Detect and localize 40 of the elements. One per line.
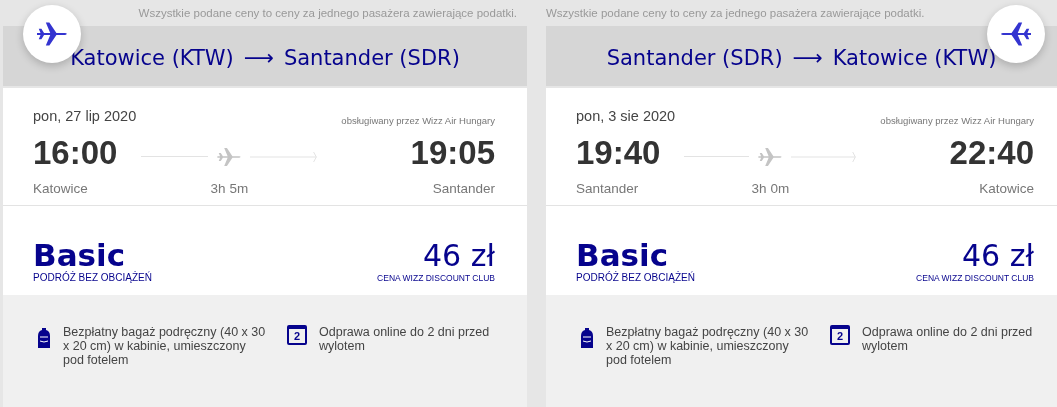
backpack-icon — [580, 327, 594, 349]
origin-airport: Santander (SDR) — [606, 46, 783, 70]
arrival-city: Santander — [431, 181, 495, 199]
destination-airport: Katowice (KTW) — [832, 46, 997, 70]
route-arrow: ⟶ — [792, 46, 823, 70]
flight-date: pon, 3 sie 2020 — [576, 108, 677, 126]
arrival-city: Katowice — [978, 181, 1034, 199]
departure-time: 16:00 — [33, 132, 118, 173]
operator-note: obsługiwany przez Wizz Air Hungary — [341, 114, 495, 126]
calendar-icon: 2 — [287, 325, 307, 345]
price-note: CENA WIZZ DISCOUNT CLUB — [916, 272, 1034, 283]
arrow-line — [250, 151, 318, 163]
arrival-time: 22:40 — [948, 132, 1034, 173]
price-note: CENA WIZZ DISCOUNT CLUB — [377, 272, 495, 283]
feature-text: Odprawa online do 2 dni przed wylotem — [862, 325, 1034, 353]
feature-text: Bezpłatny bagaż podręczny (40 x 30 x 20 cm) w kabinie, umieszczony pod fotelem — [606, 325, 810, 367]
calendar-icon: 2 — [830, 325, 850, 345]
feature-text: Bezpłatny bagaż podręczny (40 x 30 x 20 cm) w kabinie, umieszczony pod fotelem — [63, 325, 267, 367]
flight-duration: 3h 0m — [750, 181, 791, 199]
fare-price: 46 zł — [422, 238, 495, 273]
flight-duration: 3h 5m — [209, 181, 250, 199]
tax-note: Wszystkie podane ceny to ceny za jednego pasażera zawierające podatki. — [138, 7, 517, 19]
tax-note: Wszystkie podane ceny to ceny za jednego pasażera zawierające podatki. — [546, 7, 925, 19]
operator-note: obsługiwany przez Wizz Air Hungary — [880, 114, 1034, 126]
departure-city: Santander — [576, 181, 640, 199]
fare-name: Basic — [33, 238, 125, 272]
arrival-time: 19:05 — [409, 132, 495, 173]
fare-price: 46 zł — [961, 238, 1034, 273]
flight-date: pon, 27 lip 2020 — [33, 108, 138, 126]
fare-name: Basic — [576, 238, 668, 272]
feature-text: Odprawa online do 2 dni przed wylotem — [319, 325, 491, 353]
fare-subtitle: PODRÓŻ BEZ OBCIĄŻEŃ — [576, 272, 695, 283]
route-arrow: ⟶ — [243, 46, 274, 70]
backpack-icon — [37, 327, 51, 349]
fare-subtitle: PODRÓŻ BEZ OBCIĄŻEŃ — [33, 272, 152, 283]
origin-airport: Katowice (KTW) — [70, 46, 234, 70]
departure-time: 19:40 — [576, 132, 661, 173]
arrow-line — [791, 151, 857, 163]
destination-airport: Santander (SDR) — [283, 46, 460, 70]
departure-city: Katowice — [33, 181, 89, 199]
